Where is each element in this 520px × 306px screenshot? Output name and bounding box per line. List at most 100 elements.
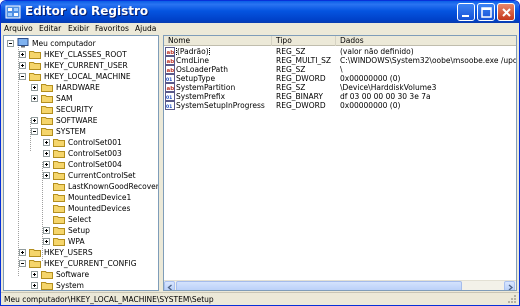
list-header: Nome Tipo Dados: [164, 36, 516, 46]
tree-item-security[interactable]: SECURITY: [4, 104, 154, 115]
tree-item-config-software[interactable]: Software: [4, 269, 154, 280]
list-row-cmdline[interactable]: ab CmdLine REG_MULTI_SZ C:\WINDOWS\Syste…: [164, 56, 516, 65]
value-type: REG_SZ: [276, 65, 306, 74]
tree-item-label: MountedDevice1: [68, 193, 132, 202]
tree-item-system[interactable]: SYSTEM: [4, 126, 154, 137]
scroll-right-button[interactable]: [504, 281, 515, 290]
list-row-default[interactable]: ab (Padrão) REG_SZ (valor não definido): [164, 47, 516, 56]
folder-icon: [53, 194, 65, 202]
expand-toggle[interactable]: [43, 238, 50, 245]
tree-item-label: System: [56, 281, 84, 290]
collapse-toggle[interactable]: [19, 73, 26, 80]
status-bar: Meu computador\HKEY_LOCAL_MACHINE\SYSTEM…: [1, 292, 519, 305]
tree-item-hardware[interactable]: HARDWARE: [4, 82, 154, 93]
expand-toggle[interactable]: [43, 150, 50, 157]
value-name: SetupType: [176, 74, 216, 83]
resize-grip-icon[interactable]: [507, 294, 517, 304]
expand-toggle[interactable]: [31, 271, 38, 278]
collapse-toggle[interactable]: [19, 260, 26, 267]
expand-toggle[interactable]: [19, 249, 26, 256]
tree-item-controlset001[interactable]: ControlSet001: [4, 137, 154, 148]
menu-edit[interactable]: Editar: [39, 23, 61, 35]
minimize-button[interactable]: [457, 3, 475, 21]
folder-open-icon: [29, 73, 41, 81]
tree-item-hkey-current-config[interactable]: HKEY_CURRENT_CONFIG: [4, 258, 154, 269]
folder-icon: [53, 183, 65, 191]
expand-toggle[interactable]: [31, 84, 38, 91]
binary-value-icon: 01: [165, 92, 175, 101]
tree-item-label: ControlSet003: [68, 149, 122, 158]
tree-item-config-system[interactable]: System: [4, 280, 154, 290]
expand-toggle[interactable]: [19, 62, 26, 69]
tree-item-controlset004[interactable]: ControlSet004: [4, 159, 154, 170]
value-type: REG_BINARY: [276, 92, 323, 101]
column-header-name[interactable]: Nome: [164, 36, 272, 46]
maximize-button[interactable]: [477, 3, 495, 21]
scroll-thumb[interactable]: [176, 281, 462, 290]
folder-icon: [29, 249, 41, 257]
folder-open-icon: [29, 260, 41, 268]
tree-item-select[interactable]: Select: [4, 214, 154, 225]
tree-item-lastknowngoodrecovery[interactable]: LastKnownGoodRecovery: [4, 181, 158, 192]
tree-item-sam[interactable]: SAM: [4, 93, 154, 104]
collapse-toggle[interactable]: [7, 40, 14, 47]
svg-text:01: 01: [166, 104, 172, 110]
tree-item-software[interactable]: SOFTWARE: [4, 115, 154, 126]
folder-icon: [41, 117, 53, 125]
value-data: df 03 00 00 00 30 3e 7a: [340, 92, 431, 101]
registry-tree-pane[interactable]: Meu computador HKEY_CLASSES_ROOT HKEY_CU…: [3, 35, 159, 291]
expand-toggle[interactable]: [31, 282, 38, 289]
menu-file[interactable]: Arquivo: [4, 23, 33, 35]
folder-icon: [29, 62, 41, 70]
tree-item-currentcontrolset[interactable]: CurrentControlSet: [4, 170, 154, 181]
expand-toggle[interactable]: [43, 227, 50, 234]
tree-item-hkey-users[interactable]: HKEY_USERS: [4, 247, 154, 258]
scroll-left-button[interactable]: [164, 281, 175, 290]
expand-toggle[interactable]: [31, 95, 38, 102]
tree-item-label: HKEY_CURRENT_CONFIG: [44, 259, 137, 268]
horizontal-scrollbar[interactable]: [164, 280, 516, 290]
folder-icon: [41, 282, 53, 290]
tree-item-controlset003[interactable]: ControlSet003: [4, 148, 154, 159]
tree-item-hkey-local-machine[interactable]: HKEY_LOCAL_MACHINE: [4, 71, 154, 82]
folder-icon: [53, 238, 65, 246]
tree-item-label: HARDWARE: [56, 83, 100, 92]
tree-item-label: Software: [56, 270, 90, 279]
column-header-data[interactable]: Dados: [336, 36, 516, 46]
tree-item-hkey-classes-root[interactable]: HKEY_CLASSES_ROOT: [4, 49, 154, 60]
title-bar[interactable]: Editor do Registro: [1, 1, 519, 23]
tree-item-mounteddevice1[interactable]: MountedDevice1: [4, 192, 154, 203]
tree-item-my-computer[interactable]: Meu computador: [4, 38, 154, 49]
value-name: (Padrão): [176, 47, 210, 56]
folder-icon: [53, 216, 65, 224]
close-button[interactable]: [497, 3, 515, 21]
string-value-icon: ab: [165, 47, 175, 56]
tree-item-wpa[interactable]: WPA: [4, 236, 154, 247]
folder-open-icon: [41, 128, 53, 136]
list-row-setuptype[interactable]: 01 SetupType REG_DWORD 0x00000000 (0): [164, 74, 516, 83]
expand-toggle[interactable]: [19, 51, 26, 58]
column-header-type[interactable]: Tipo: [272, 36, 336, 46]
tree-item-mounteddevices[interactable]: MountedDevices: [4, 203, 154, 214]
tree-item-hkey-current-user[interactable]: HKEY_CURRENT_USER: [4, 60, 154, 71]
tree-item-label: ControlSet001: [68, 138, 122, 147]
list-row-osloaderpath[interactable]: ab OsLoaderPath REG_SZ \: [164, 65, 516, 74]
expand-toggle[interactable]: [43, 161, 50, 168]
menu-help[interactable]: Ajuda: [135, 23, 156, 35]
tree-item-label: ControlSet004: [68, 160, 122, 169]
tree-item-setup[interactable]: Setup: [4, 225, 154, 236]
minimize-icon: [462, 15, 469, 17]
values-list-pane[interactable]: Nome Tipo Dados ab (Padrão) REG_SZ (valo…: [163, 35, 517, 291]
menu-view[interactable]: Exibir: [68, 23, 89, 35]
list-row-systemsetupinprogress[interactable]: 01 SystemSetupInProgress REG_DWORD 0x000…: [164, 101, 516, 110]
collapse-toggle[interactable]: [31, 128, 38, 135]
value-type: REG_SZ: [276, 83, 306, 92]
menu-favorites[interactable]: Favoritos: [95, 23, 129, 35]
expand-toggle[interactable]: [31, 117, 38, 124]
expand-toggle[interactable]: [43, 172, 50, 179]
value-name: SystemPrefix: [176, 92, 226, 101]
expand-toggle[interactable]: [43, 139, 50, 146]
value-name: CmdLine: [176, 56, 209, 65]
list-row-systemprefix[interactable]: 01 SystemPrefix REG_BINARY df 03 00 00 0…: [164, 92, 516, 101]
list-row-systempartition[interactable]: ab SystemPartition REG_SZ \Device\Harddi…: [164, 83, 516, 92]
